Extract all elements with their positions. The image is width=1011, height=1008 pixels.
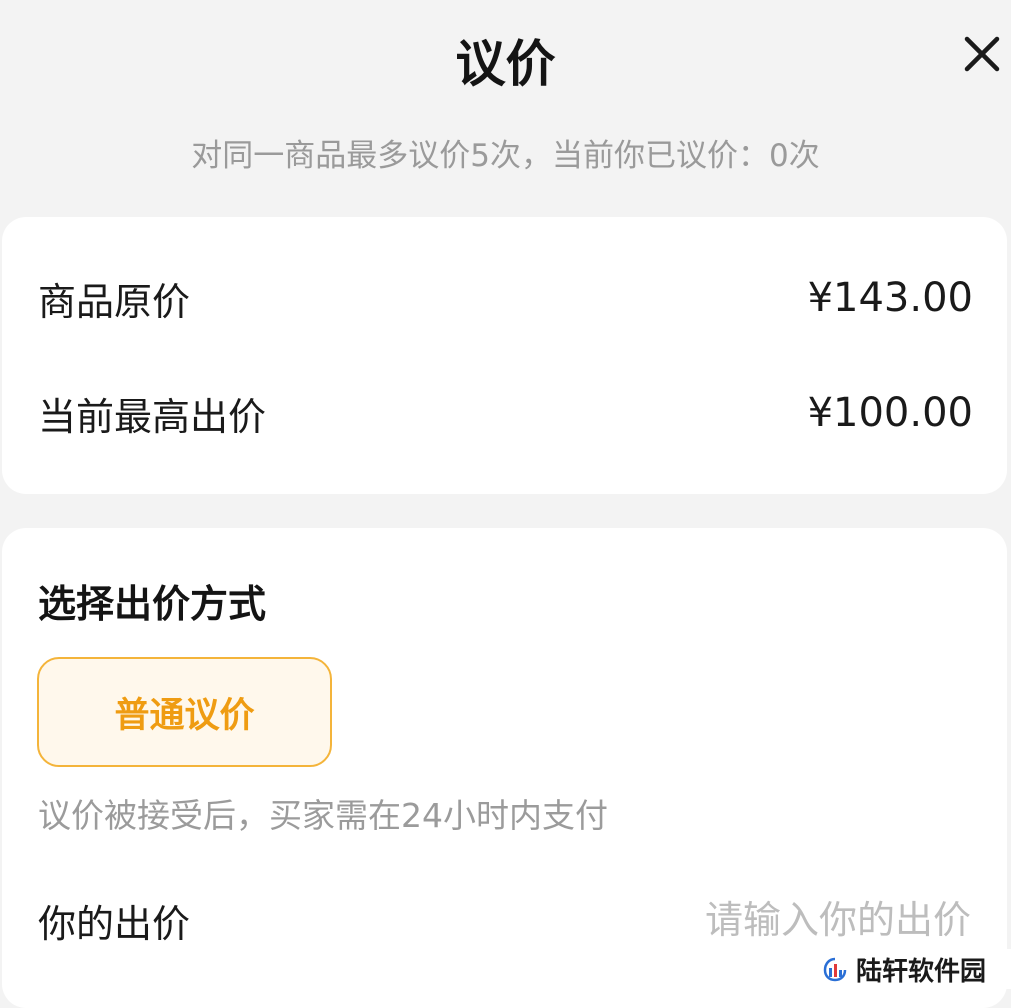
payment-hint: 议价被接受后，买家需在24小时内支付 [38, 796, 608, 835]
original-price-row: 商品原价 ¥143.00 [38, 268, 973, 328]
close-icon[interactable] [958, 30, 1006, 78]
normal-bargain-option[interactable]: 普通议价 [37, 657, 332, 767]
bid-method-title: 选择出价方式 [38, 582, 267, 626]
watermark: 陆轩软件园 [820, 949, 1011, 989]
offer-input[interactable] [531, 898, 971, 942]
page-title: 议价 [455, 35, 556, 93]
highest-bid-label: 当前最高出价 [38, 394, 267, 439]
original-price-label: 商品原价 [38, 279, 191, 324]
your-offer-row: 你的出价 [38, 890, 971, 950]
bargain-limit-notice: 对同一商品最多议价5次，当前你已议价：0次 [191, 138, 820, 174]
highest-bid-row: 当前最高出价 ¥100.00 [38, 383, 973, 443]
watermark-text: 陆轩软件园 [856, 956, 987, 987]
your-offer-label: 你的出价 [38, 901, 191, 946]
close-button[interactable] [958, 30, 1006, 78]
highest-bid-value: ¥100.00 [807, 390, 973, 436]
site-logo-icon [823, 957, 847, 982]
bid-method-card: 选择出价方式 普通议价 议价被接受后，买家需在24小时内支付 你的出价 [2, 528, 1007, 1008]
price-info-card: 商品原价 ¥143.00 当前最高出价 ¥100.00 [2, 217, 1007, 494]
original-price-value: ¥143.00 [807, 275, 973, 321]
